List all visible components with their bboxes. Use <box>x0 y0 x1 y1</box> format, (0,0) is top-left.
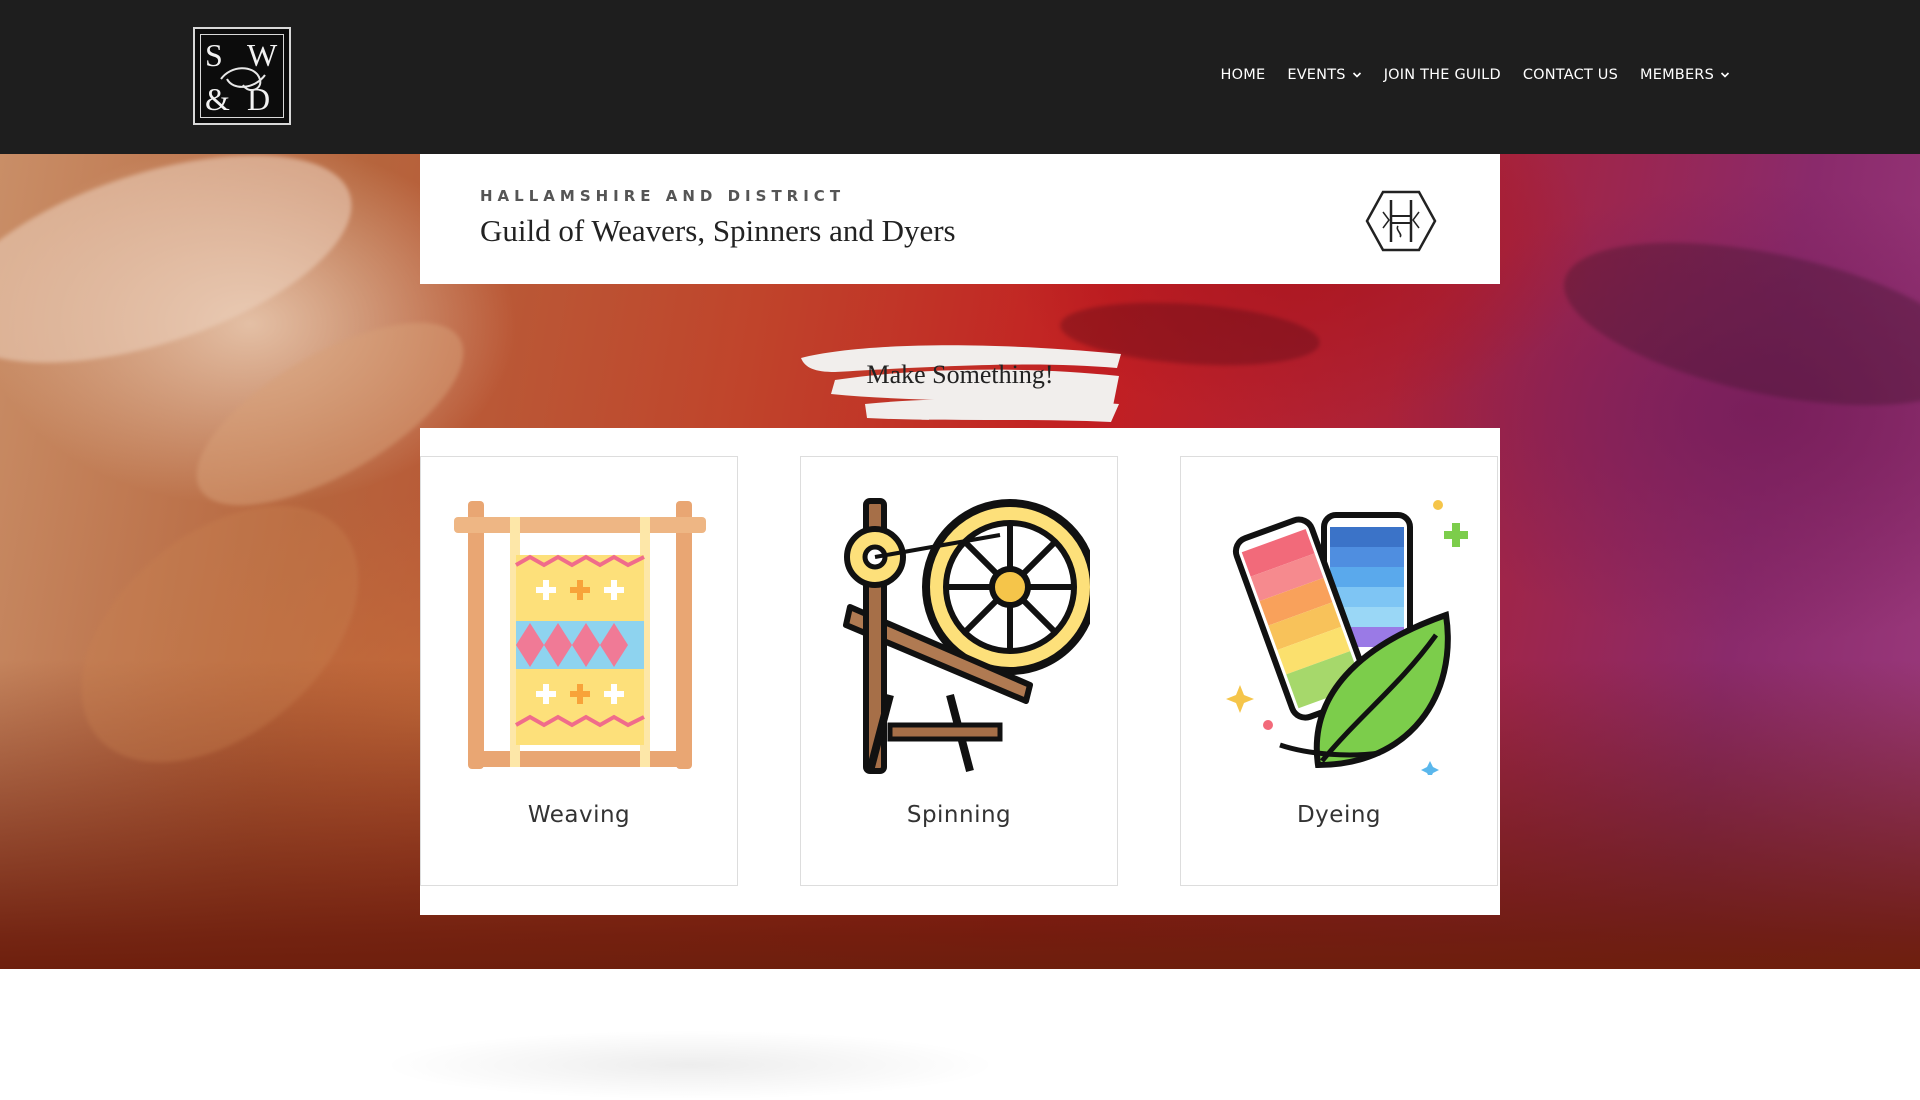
card-spinning-label: Spinning <box>906 802 1012 828</box>
title-card: HALLAMSHIRE AND DISTRICT Guild of Weaver… <box>420 154 1500 284</box>
chevron-down-icon <box>1720 72 1730 78</box>
nav-events-label: EVENTS <box>1287 67 1346 83</box>
card-spinning[interactable]: Spinning <box>800 456 1118 886</box>
chevron-down-icon <box>1352 72 1361 78</box>
card-weaving-label: Weaving <box>527 802 631 828</box>
logo-frame: S W & D <box>200 34 284 118</box>
content-shadow <box>380 1030 1000 1100</box>
nav-events[interactable]: EVENTS <box>1287 67 1361 83</box>
site-logo[interactable]: S W & D <box>193 27 291 125</box>
nav-members-label: MEMBERS <box>1640 67 1714 83</box>
card-dyeing-label: Dyeing <box>1296 802 1382 828</box>
loom-icon <box>454 501 706 769</box>
spinning-wheel-icon <box>843 498 1090 774</box>
yarn-spools-leaf-icon <box>1226 500 1468 775</box>
hexagon-guild-logo-icon[interactable] <box>1365 190 1437 252</box>
nav-contact-us[interactable]: CONTACT US <box>1523 67 1618 83</box>
card-weaving[interactable]: Weaving <box>420 456 738 886</box>
main-nav: HOME EVENTS JOIN THE GUILD CONTACT US ME… <box>1221 67 1730 83</box>
section-heading: Make Something! <box>866 360 1054 389</box>
paint-stroke <box>33 454 407 814</box>
nav-join-the-guild[interactable]: JOIN THE GUILD <box>1384 67 1501 83</box>
site-subtitle: HALLAMSHIRE AND DISTRICT <box>480 187 846 205</box>
craft-cards-panel: Weaving Spinning Dyeing <box>420 428 1500 915</box>
logo-swirl-icon <box>220 67 266 92</box>
card-dyeing[interactable]: Dyeing <box>1180 456 1498 886</box>
nav-contact-label: CONTACT US <box>1522 67 1619 83</box>
nav-members[interactable]: MEMBERS <box>1640 67 1730 83</box>
nav-home-label: HOME <box>1220 67 1266 83</box>
nav-home[interactable]: HOME <box>1221 67 1266 83</box>
nav-join-label: JOIN THE GUILD <box>1383 67 1501 83</box>
site-header: S W & D HOME EVENTS JOIN THE GUILD CONTA… <box>0 0 1920 154</box>
site-title: Guild of Weavers, Spinners and Dyers <box>480 213 956 248</box>
paint-stroke <box>1550 211 1920 437</box>
